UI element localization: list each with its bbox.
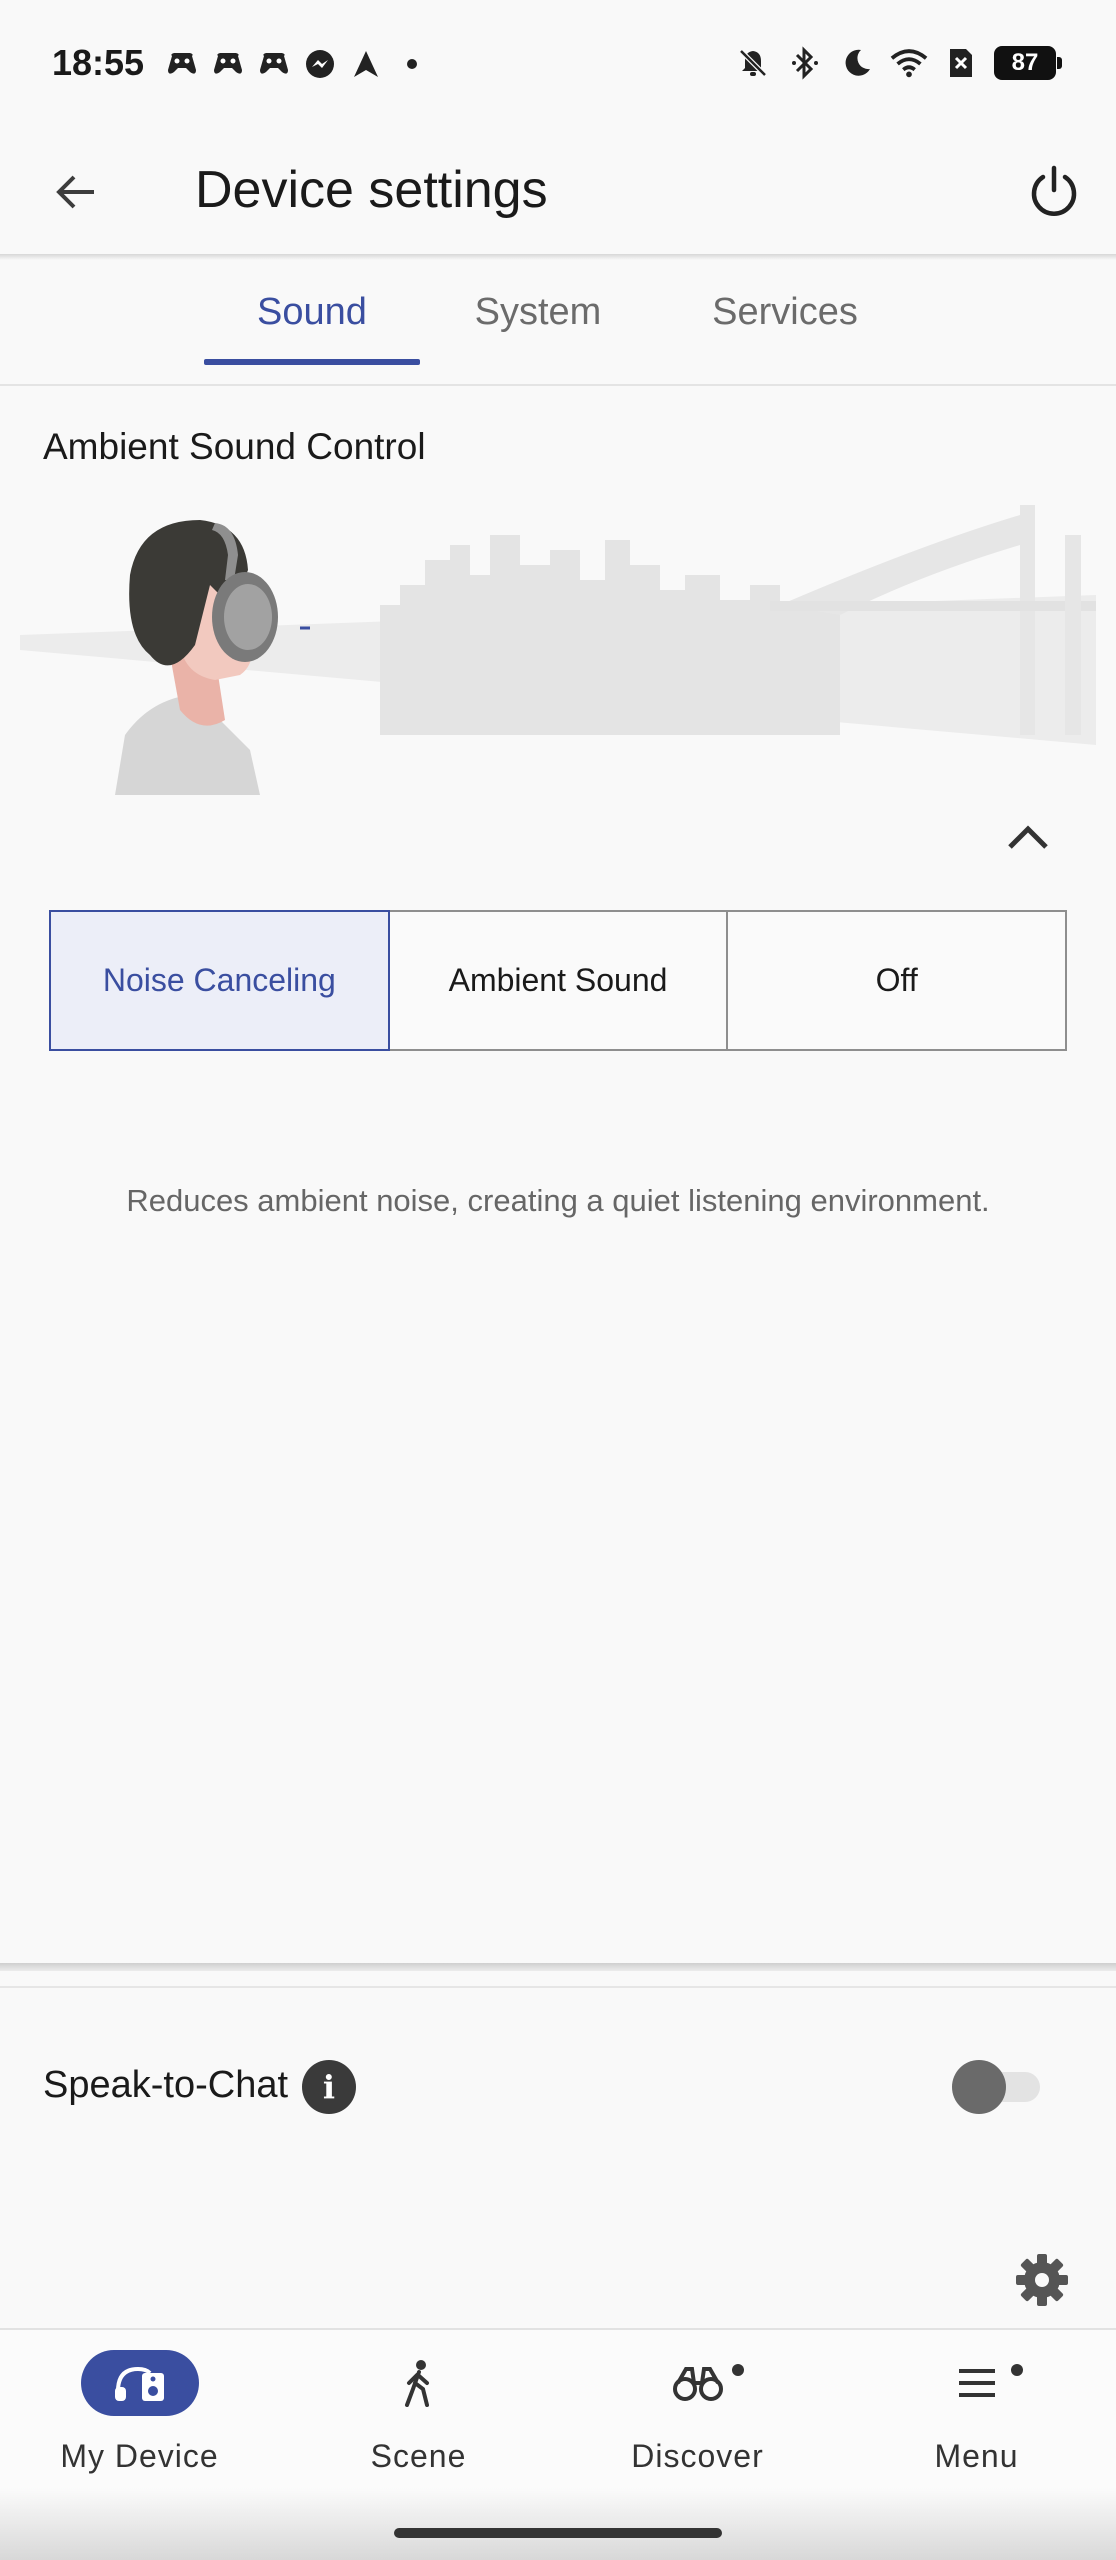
bottom-navigation: My Device Scene Discover Menu bbox=[0, 2328, 1116, 2560]
speak-to-chat-toggle[interactable] bbox=[952, 2060, 1044, 2114]
speak-to-chat-settings-button[interactable] bbox=[1012, 2250, 1072, 2310]
navigation-arrow-icon bbox=[348, 46, 384, 82]
noise-canceling-button[interactable]: Noise Canceling bbox=[49, 910, 390, 1051]
back-button[interactable] bbox=[36, 152, 116, 232]
nav-my-device[interactable]: My Device bbox=[0, 2330, 279, 2490]
nav-scene-label: Scene bbox=[370, 2438, 467, 2474]
nav-scene-icon-wrap bbox=[360, 2350, 478, 2416]
binoculars-icon bbox=[672, 2367, 723, 2401]
section-divider bbox=[0, 1963, 1116, 1971]
nav-menu-label: Menu bbox=[934, 2438, 1019, 2474]
ambient-sound-control-title: Ambient Sound Control bbox=[43, 426, 426, 467]
moon-icon bbox=[838, 44, 876, 82]
mode-description: Reduces ambient noise, creating a quiet … bbox=[126, 1183, 990, 1218]
collapse-button[interactable] bbox=[996, 805, 1060, 869]
nav-my-device-label: My Device bbox=[60, 2438, 219, 2474]
info-icon[interactable]: i bbox=[302, 2060, 356, 2114]
app-bar: Device settings bbox=[0, 128, 1116, 256]
messenger-icon bbox=[302, 46, 338, 82]
bluetooth-icon bbox=[786, 44, 824, 82]
tab-bar: Sound System Services bbox=[0, 260, 1116, 386]
walking-person-icon bbox=[404, 2360, 429, 2407]
chevron-up-icon bbox=[1008, 825, 1048, 849]
nav-menu[interactable]: Menu bbox=[837, 2330, 1116, 2490]
menu-badge-dot bbox=[1011, 2364, 1023, 2376]
tab-system[interactable]: System bbox=[430, 260, 646, 365]
game-controller-icon bbox=[164, 46, 200, 82]
status-time: 18:55 bbox=[52, 42, 145, 83]
tab-indicator bbox=[204, 359, 420, 365]
tab-sound[interactable]: Sound bbox=[204, 260, 420, 365]
nav-discover-label: Discover bbox=[631, 2438, 764, 2474]
game-controller-icon bbox=[256, 46, 292, 82]
notification-icons bbox=[164, 46, 430, 82]
arrow-left-icon bbox=[56, 175, 94, 209]
power-icon bbox=[1031, 165, 1077, 216]
gear-icon bbox=[1016, 2254, 1068, 2306]
nav-scene[interactable]: Scene bbox=[279, 2330, 558, 2490]
speak-to-chat-label: Speak-to-Chat bbox=[43, 2064, 289, 2106]
ambient-mode-selector: Noise Canceling Ambient Sound Off bbox=[49, 910, 1068, 1051]
ambient-sound-button[interactable]: Ambient Sound bbox=[387, 910, 729, 1051]
toggle-thumb bbox=[952, 2060, 1006, 2114]
power-button[interactable] bbox=[1012, 150, 1096, 234]
page-title: Device settings bbox=[195, 161, 548, 219]
section-divider-line bbox=[0, 1986, 1116, 1988]
battery-indicator: 87 bbox=[994, 46, 1062, 80]
game-controller-icon bbox=[210, 46, 246, 82]
dot-icon bbox=[394, 46, 430, 82]
nav-menu-icon-wrap bbox=[918, 2350, 1036, 2416]
nav-discover[interactable]: Discover bbox=[558, 2330, 837, 2490]
off-button[interactable]: Off bbox=[726, 910, 1068, 1051]
headphones-device-icon bbox=[114, 2366, 164, 2401]
wifi-icon bbox=[890, 44, 928, 82]
system-icons: 87 bbox=[734, 44, 1062, 82]
home-indicator[interactable] bbox=[394, 2528, 722, 2538]
bell-off-icon bbox=[734, 44, 772, 82]
nav-discover-icon-wrap bbox=[639, 2350, 757, 2416]
tabs-divider bbox=[0, 384, 1116, 386]
discover-badge-dot bbox=[732, 2364, 744, 2376]
ambient-sound-illustration bbox=[20, 505, 1096, 810]
nav-my-device-icon-wrap bbox=[80, 2350, 199, 2416]
status-bar: 18:55 87 bbox=[0, 0, 1116, 128]
menu-icon bbox=[958, 2369, 995, 2397]
tab-services[interactable]: Services bbox=[670, 260, 900, 365]
sim-x-icon bbox=[942, 44, 980, 82]
